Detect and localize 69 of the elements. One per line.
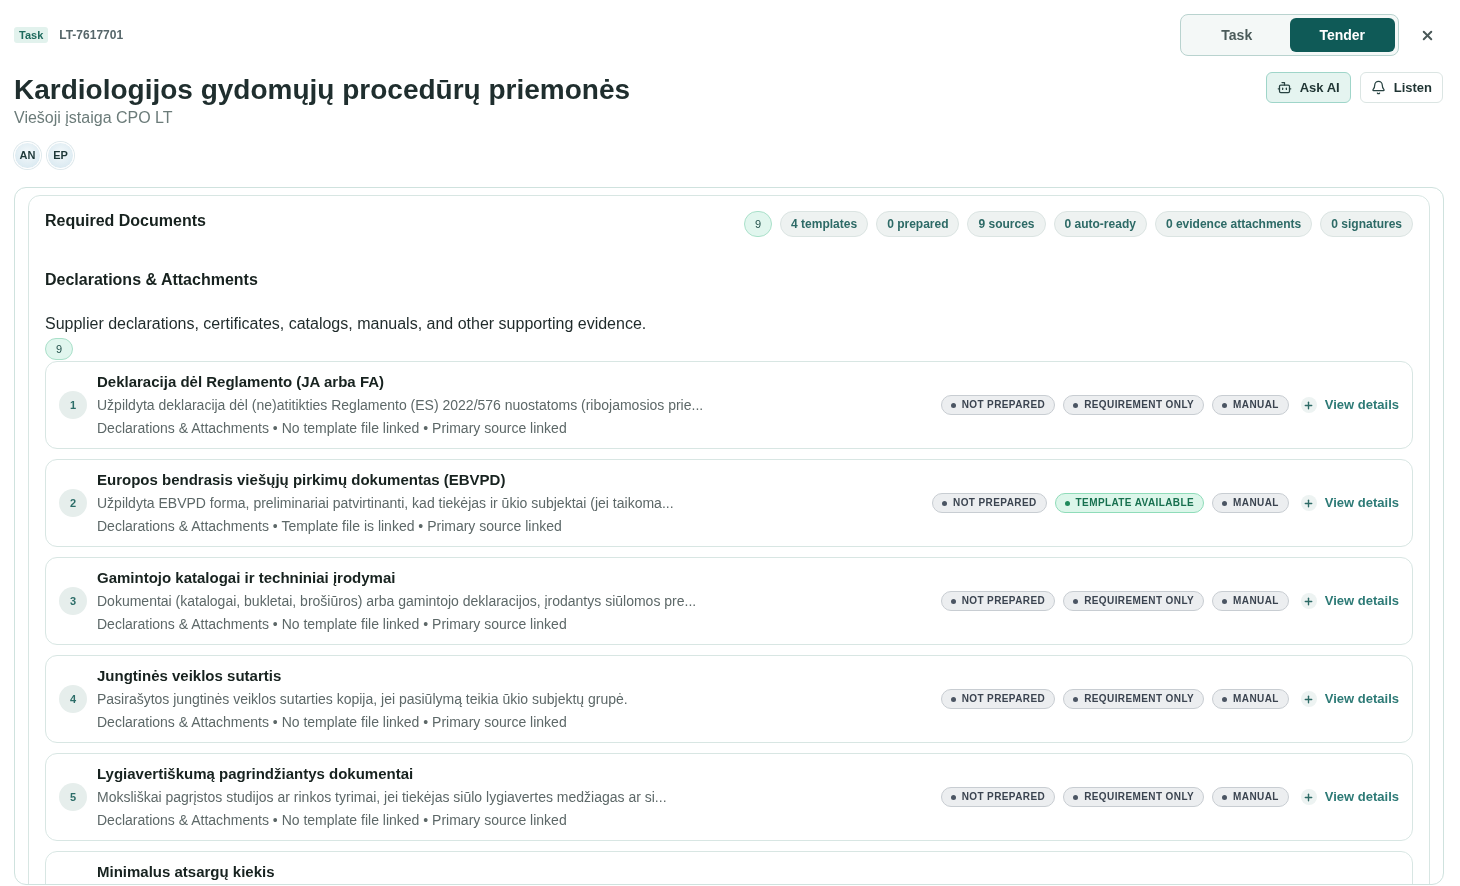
view-details-button[interactable]: View details — [1300, 591, 1399, 611]
status-text: REQUIREMENT ONLY — [1084, 400, 1195, 410]
plus-icon — [1300, 397, 1317, 413]
document-title: Lygiavertiškumą pagrindžiantys dokumentai — [97, 764, 414, 784]
row-number: 1 — [59, 391, 87, 419]
plus-icon — [1300, 495, 1317, 511]
row-number: 2 — [59, 489, 87, 517]
reference-number: LT-7617701 — [59, 27, 124, 44]
document-description: Pasirašytos jungtinės veiklos sutarties kopija, jei pasiūlymą teikia ūkio subjektų grupė. — [97, 690, 628, 709]
document-title: Minimalus atsargų kiekis — [97, 862, 275, 882]
summary-chip: 4 templates — [780, 211, 869, 237]
row-number: 5 — [59, 783, 87, 811]
document-meta: Declarations & Attachments • No template file linked • Primary source linked — [97, 811, 567, 830]
document-description: Moksliškai pagrįstos studijos ar rinkos tyrimai, jei tiekėjas siūlo lygiavertes medžiagas ar si... — [97, 788, 667, 807]
summary-chip: 9 sources — [967, 211, 1046, 237]
document-title: Deklaracija dėl Reglamento (JA arba FA) — [97, 372, 385, 392]
view-details-button[interactable]: View details — [1300, 395, 1399, 415]
status-text: TEMPLATE AVAILABLE — [1075, 498, 1195, 508]
count-pill: 9 — [45, 338, 73, 360]
summary-chip: 0 signatures — [1320, 211, 1413, 237]
user-avatar: EP — [47, 142, 74, 169]
document-meta: Declarations & Attachments • No template file linked • Primary source linked — [97, 419, 567, 438]
ask-ai-button[interactable]: Ask AI — [1265, 72, 1351, 103]
summary-chip: 0 evidence attachments — [1154, 211, 1313, 237]
status-text: MANUAL — [1233, 498, 1279, 508]
view-details-button[interactable]: View details — [1300, 493, 1399, 513]
status-text: NOT PREPARED — [961, 596, 1046, 606]
count-pill: 9 — [744, 211, 773, 237]
bell-icon — [1370, 80, 1386, 95]
status-text: MANUAL — [1233, 694, 1279, 704]
document-title: Jungtinės veiklos sutartis — [97, 666, 282, 686]
plus-icon — [1300, 593, 1317, 609]
status-text: MANUAL — [1233, 792, 1279, 802]
listen-button[interactable]: Listen — [1359, 72, 1443, 103]
robot-icon — [1276, 80, 1292, 95]
document-description: Užpildyta EBVPD forma, preliminariai patvirtinanti, kad tiekėjas ir ūkio subjektai (jei taikoma... — [97, 494, 674, 513]
document-meta: Declarations & Attachments • No template file linked • Primary source linked — [97, 713, 567, 732]
status-text: REQUIREMENT ONLY — [1084, 596, 1195, 606]
organization-subtitle: Viešoji įstaiga CPO LT — [14, 108, 173, 128]
plus-icon — [1300, 789, 1317, 805]
user-avatar: AN — [14, 142, 41, 169]
view-details-button[interactable]: View details — [1300, 787, 1399, 807]
group-description: Supplier declarations, certificates, catalogs, manuals, and other supporting evidence. — [45, 314, 647, 334]
section-heading: Required Documents — [45, 211, 206, 231]
document-meta: Declarations & Attachments • No template file linked • Primary source linked — [97, 615, 567, 634]
status-text: NOT PREPARED — [961, 400, 1046, 410]
document-description: Dokumentai (katalogai, bukletai, brošiūros) arba gamintojo deklaracijos, įrodantys siūlomos pre... — [97, 592, 697, 611]
status-text: REQUIREMENT ONLY — [1084, 792, 1195, 802]
document-meta: Declarations & Attachments • Template file is linked • Primary source linked — [97, 517, 562, 536]
row-number: 3 — [59, 587, 87, 615]
document-title: Gamintojo katalogai ir techniniai įrodymai — [97, 568, 396, 588]
task-tag: Task — [14, 27, 49, 43]
status-text: NOT PREPARED — [961, 792, 1046, 802]
row-number: 4 — [59, 685, 87, 713]
status-text: MANUAL — [1233, 400, 1279, 410]
status-text: MANUAL — [1233, 596, 1279, 606]
document-description: Užpildyta deklaracija dėl (ne)atitikties Reglamento (ES) 2022/576 nuostatoms (ribojamosios prie... — [97, 396, 704, 415]
document-title: Europos bendrasis viešųjų pirkimų dokumentas (EBVPD) — [97, 470, 506, 490]
mode-tab[interactable]: Tender — [1289, 18, 1395, 52]
mode-tab[interactable]: Task — [1184, 18, 1290, 52]
group-heading: Declarations & Attachments — [45, 270, 258, 290]
summary-chip: 0 prepared — [876, 211, 960, 237]
status-text: REQUIREMENT ONLY — [1084, 694, 1195, 704]
page-title: Kardiologijos gydomųjų procedūrų priemonės — [14, 73, 631, 107]
status-text: NOT PREPARED — [953, 498, 1037, 508]
summary-chip: 0 auto-ready — [1053, 211, 1147, 237]
view-details-button[interactable]: View details — [1300, 689, 1399, 709]
plus-icon — [1300, 691, 1317, 707]
status-text: NOT PREPARED — [961, 694, 1046, 704]
